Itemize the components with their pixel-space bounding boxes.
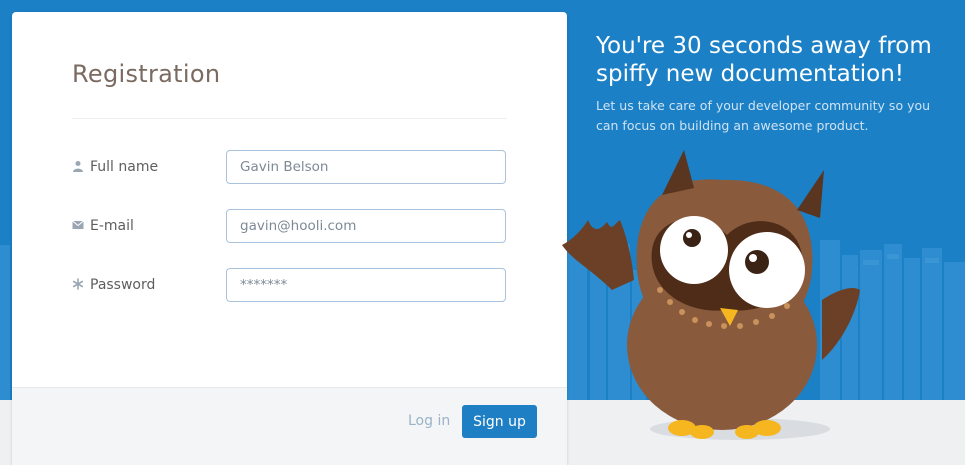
full-name-input[interactable] xyxy=(226,150,506,184)
email-label: E-mail xyxy=(90,218,134,234)
email-row: E-mail xyxy=(72,209,506,243)
full-name-label: Full name xyxy=(90,159,159,175)
promo-title: You're 30 seconds away from spiffy new d… xyxy=(596,33,932,87)
card-footer: Log in Sign up xyxy=(12,387,567,465)
registration-title: Registration xyxy=(72,60,221,88)
password-label-group: Password xyxy=(72,268,155,302)
signup-button[interactable]: Sign up xyxy=(462,405,537,438)
email-input[interactable] xyxy=(226,209,506,243)
password-label: Password xyxy=(90,277,156,293)
full-name-label-group: Full name xyxy=(72,150,158,184)
promo-text: Let us take care of your developer commu… xyxy=(596,98,931,133)
password-row: Password xyxy=(72,268,506,302)
full-name-row: Full name xyxy=(72,150,506,184)
asterisk-icon xyxy=(72,278,84,290)
login-link[interactable]: Log in xyxy=(408,413,450,429)
envelope-icon xyxy=(72,220,84,229)
email-label-group: E-mail xyxy=(72,209,134,243)
registration-card: Registration Full name E-mail xyxy=(12,12,567,465)
password-input[interactable] xyxy=(226,268,506,302)
divider xyxy=(72,118,507,119)
owl-mascot xyxy=(562,150,860,439)
user-icon xyxy=(73,161,83,172)
